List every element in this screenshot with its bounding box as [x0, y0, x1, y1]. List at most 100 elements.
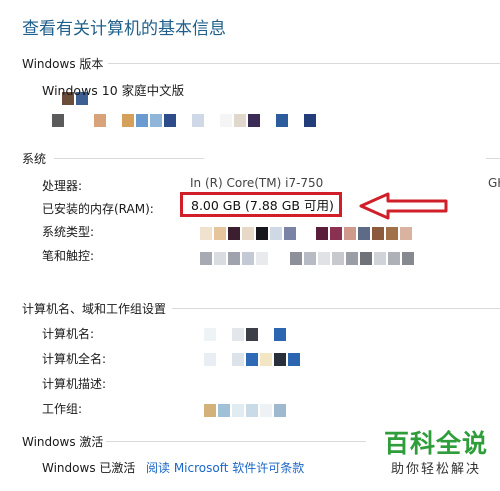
redaction-block: [246, 328, 258, 341]
redaction-block: [260, 328, 272, 341]
redaction-block: [400, 227, 412, 240]
computer-fullname-mosaic: [204, 353, 300, 366]
redaction-block: [260, 353, 272, 366]
redaction-block: [374, 252, 386, 265]
redaction-block: [232, 353, 244, 366]
pen-touch-mosaic: [200, 252, 268, 265]
redaction-block: [372, 227, 384, 240]
license-terms-link[interactable]: 阅读 Microsoft 软件许可条款: [146, 459, 304, 476]
redaction-block: [204, 404, 216, 417]
redaction-block: [358, 227, 370, 240]
redaction-block: [204, 328, 216, 341]
redaction-block: [316, 227, 328, 240]
redaction-block: [288, 353, 300, 366]
redaction-block: [80, 114, 92, 127]
redaction-block: [386, 227, 398, 240]
redaction-block: [332, 252, 344, 265]
redaction-block: [178, 114, 190, 127]
redaction-block: [284, 227, 296, 240]
redaction-block: [228, 227, 240, 240]
redaction-block: [232, 404, 244, 417]
redaction-block: [274, 404, 286, 417]
redaction-block: [360, 252, 372, 265]
redaction-block: [150, 114, 162, 127]
system-type-label: 系统类型:: [42, 225, 95, 239]
left-arrow-icon: [359, 192, 448, 220]
redaction-block: [260, 404, 272, 417]
redaction-block: [218, 328, 230, 341]
redaction-block: [228, 252, 240, 265]
redaction-block: [402, 252, 414, 265]
redaction-block: [218, 353, 230, 366]
redaction-block: [290, 252, 302, 265]
watermark-title: 百科全说: [383, 429, 488, 458]
processor-value-tail: GH: [488, 176, 500, 190]
section-divider: [106, 441, 366, 442]
redaction-block: [242, 227, 254, 240]
redaction-block: [262, 114, 274, 127]
redaction-block: [318, 252, 330, 265]
workgroup-mosaic: [204, 404, 286, 417]
processor-label: 处理器:: [42, 179, 83, 193]
section-divider: [486, 158, 500, 159]
ram-label: 已安装的内存(RAM):: [42, 202, 154, 216]
pen-touch-label: 笔和触控:: [42, 249, 95, 263]
system-type-mosaic: [200, 227, 296, 240]
computer-name-label: 计算机名:: [42, 327, 95, 341]
ram-value: 8.00 GB (7.88 GB 可用): [191, 198, 334, 213]
watermark-subtitle: 助你轻松解决: [390, 462, 481, 477]
redaction-block: [204, 353, 216, 366]
pen-touch-mosaic-2: [290, 252, 414, 265]
redaction-block: [122, 114, 134, 127]
section-divider: [54, 158, 204, 159]
redaction-block: [344, 227, 356, 240]
redaction-block: [256, 252, 268, 265]
windows-edition-heading: Windows 版本: [22, 57, 104, 71]
redaction-block: [246, 404, 258, 417]
redaction-block: [256, 227, 268, 240]
redaction-block: [346, 252, 358, 265]
activation-heading: Windows 激活: [22, 435, 104, 449]
ram-highlight-box: 8.00 GB (7.88 GB 可用): [180, 192, 342, 217]
redaction-block: [214, 252, 226, 265]
redaction-block: [304, 252, 316, 265]
system-type-mosaic-2: [316, 227, 412, 240]
redaction-block: [94, 114, 106, 127]
redaction-block: [246, 353, 258, 366]
watermark: 百科全说 助你轻松解决: [384, 424, 488, 477]
redaction-block: [270, 227, 282, 240]
computer-name-mosaic: [204, 328, 286, 341]
redaction-block: [214, 227, 226, 240]
redaction-block: [388, 252, 400, 265]
redaction-block: [192, 114, 204, 127]
redaction-block: [220, 114, 232, 127]
redaction-block: [200, 227, 212, 240]
section-divider: [172, 308, 500, 309]
page-title: 查看有关计算机的基本信息: [22, 19, 226, 39]
redaction-block: [200, 252, 212, 265]
workgroup-label: 工作组:: [42, 402, 83, 416]
redaction-block: [66, 114, 78, 127]
redaction-block: [164, 114, 176, 127]
redaction-block: [108, 114, 120, 127]
section-divider: [108, 63, 500, 64]
redaction-block: [248, 114, 260, 127]
activation-status: Windows 已激活: [42, 461, 136, 475]
redaction-block: [232, 328, 244, 341]
redaction-block: [242, 252, 254, 265]
redaction-block: [136, 114, 148, 127]
system-heading: 系统: [22, 152, 47, 166]
redaction-block: [330, 227, 342, 240]
computer-description-label: 计算机描述:: [42, 377, 107, 391]
redaction-block: [274, 328, 286, 341]
redaction-block: [234, 114, 246, 127]
redaction-block: [290, 114, 302, 127]
redaction-block: [206, 114, 218, 127]
computer-fullname-label: 计算机全名:: [42, 352, 107, 366]
processor-value: In (R) Core(TM) i7-750: [190, 176, 324, 190]
copyright-mosaic: [52, 114, 316, 127]
redaction-block: [218, 404, 230, 417]
edition-name: Windows 10 家庭中文版: [42, 83, 185, 98]
redaction-block: [274, 353, 286, 366]
redaction-block: [52, 114, 64, 127]
